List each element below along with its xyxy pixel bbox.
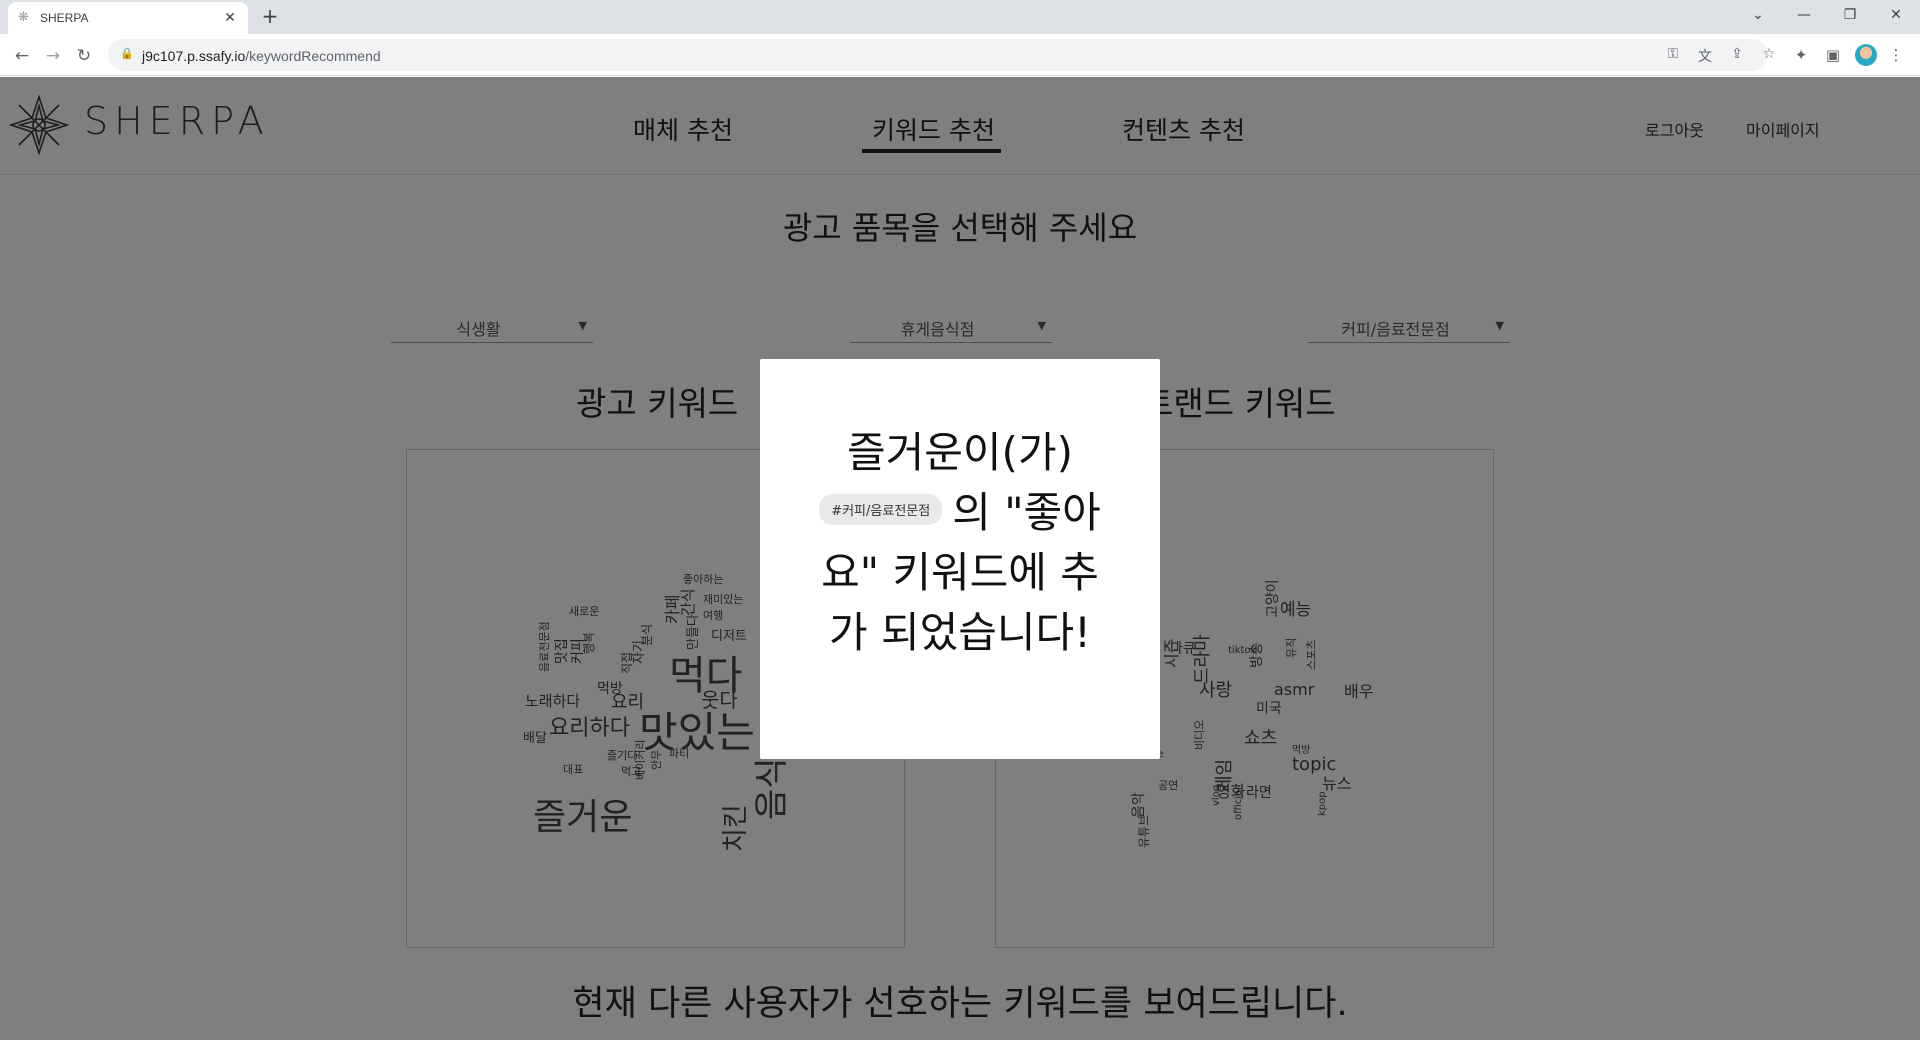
modal-line-2-text: 의 "좋아 xyxy=(952,488,1101,537)
star-icon[interactable]: ☆ xyxy=(1760,46,1778,62)
new-tab-icon[interactable]: + xyxy=(258,5,282,29)
address-bar[interactable]: 🔒 j9c107.p.ssafy.io/keywordRecommend ⚿ 文… xyxy=(108,39,1775,71)
share-icon[interactable]: ⇪ xyxy=(1728,46,1746,62)
menu-icon[interactable]: ⋮ xyxy=(1886,46,1906,64)
tab-title: SHERPA xyxy=(40,11,89,25)
sherpa-favicon-icon: ❋ xyxy=(18,10,29,25)
back-icon[interactable]: ← xyxy=(8,42,36,70)
lock-icon[interactable]: 🔒 xyxy=(120,47,134,60)
modal-line-3: 요" 키워드에 추 xyxy=(821,548,1099,597)
url-path: /keywordRecommend xyxy=(245,48,381,64)
tab-close-icon[interactable]: ✕ xyxy=(222,10,238,26)
browser-tabstrip: ❋ SHERPA ✕ + ⌄ — ❐ ✕ xyxy=(0,0,1920,34)
profile-avatar[interactable] xyxy=(1855,44,1877,66)
modal-line-1: 즐거운이(가) xyxy=(847,428,1073,477)
modal-line-4: 가 되었습니다! xyxy=(828,608,1092,657)
browser-toolbar: ← → ↻ 🔒 j9c107.p.ssafy.io/keywordRecomme… xyxy=(0,34,1920,76)
category-chip: #커피/음료전문점 xyxy=(819,494,943,525)
minimize-icon[interactable]: — xyxy=(1782,0,1826,30)
close-window-icon[interactable]: ✕ xyxy=(1874,0,1918,30)
keyword-added-modal[interactable]: 즐거운이(가) #커피/음료전문점 의 "좋아 요" 키워드에 추 가 되었습니다… xyxy=(760,359,1160,759)
url-text: j9c107.p.ssafy.io/keywordRecommend xyxy=(142,48,381,64)
reload-icon[interactable]: ↻ xyxy=(70,42,98,70)
sidepanel-icon[interactable]: ▣ xyxy=(1823,46,1843,64)
extensions-icon[interactable]: ✦ xyxy=(1791,46,1811,64)
key-icon[interactable]: ⚿ xyxy=(1664,46,1682,62)
restore-icon[interactable]: ❐ xyxy=(1828,0,1872,30)
url-host: j9c107.p.ssafy.io xyxy=(142,48,246,64)
forward-icon[interactable]: → xyxy=(39,42,67,70)
modal-line-2: #커피/음료전문점 의 "좋아 xyxy=(760,479,1160,540)
translate-icon[interactable]: 文 xyxy=(1696,46,1714,66)
tab-search-icon[interactable]: ⌄ xyxy=(1736,0,1780,30)
browser-tab[interactable]: ❋ SHERPA ✕ xyxy=(8,2,248,34)
